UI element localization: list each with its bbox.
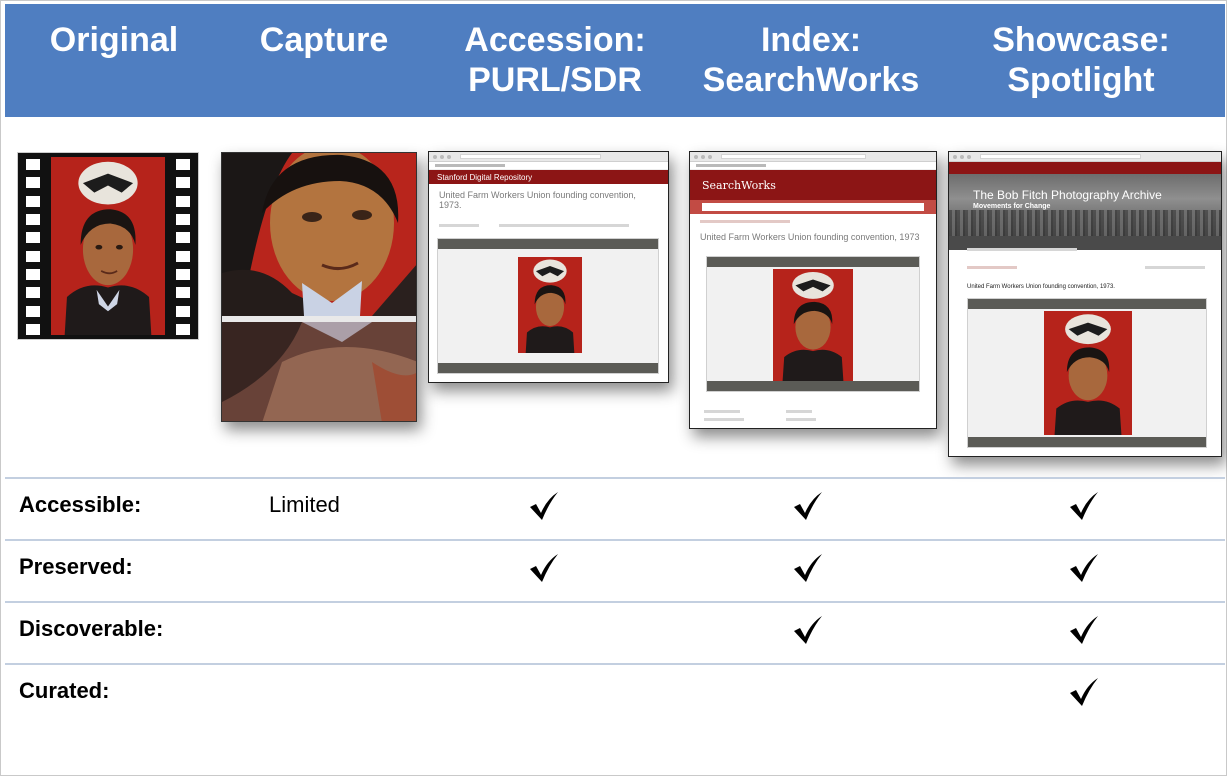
purl-image-viewer <box>437 238 659 374</box>
university-bar <box>429 162 668 170</box>
spotlight-item-title: United Farm Workers Union founding conve… <box>967 284 1115 290</box>
searchworks-item-title: United Farm Workers Union founding conve… <box>700 232 920 242</box>
row-divider <box>5 539 1225 541</box>
header-band: Original Capture Accession: PURL/SDR Ind… <box>5 4 1225 117</box>
checkmark-icon <box>791 491 825 521</box>
row-divider <box>5 477 1225 479</box>
spotlight-image-viewer <box>967 298 1207 448</box>
column-header-line: PURL/SDR <box>468 61 642 99</box>
searchworks-brand: SearchWorks <box>702 179 776 192</box>
checkmark-icon <box>1067 615 1101 645</box>
film-strip-icon <box>172 159 194 335</box>
column-header-showcase: Showcase: Spotlight <box>963 4 1199 117</box>
column-header-line: Showcase: <box>992 21 1170 59</box>
capture-scan-image <box>221 152 417 422</box>
purl-item-title: United Farm Workers Union founding conve… <box>439 190 636 210</box>
browser-chrome <box>690 152 936 162</box>
column-header-capture: Capture <box>231 4 417 117</box>
university-red-bar <box>949 162 1221 174</box>
university-bar <box>690 162 936 170</box>
searchworks-page-screenshot: SearchWorks United Farm Workers Union fo… <box>689 151 937 429</box>
slide: Original Capture Accession: PURL/SDR Ind… <box>0 0 1227 776</box>
column-header-line: Original <box>49 21 179 59</box>
browser-chrome <box>429 152 668 162</box>
checkmark-icon <box>791 553 825 583</box>
checkmark-icon <box>791 615 825 645</box>
checkmark-icon <box>1067 677 1101 707</box>
searchworks-brand-bar: SearchWorks <box>690 170 936 200</box>
row-label-discoverable: Discoverable: <box>19 616 164 641</box>
column-header-line: Index: <box>760 21 862 59</box>
row-label-curated: Curated: <box>19 678 110 703</box>
searchworks-image-viewer <box>706 256 920 392</box>
row-divider <box>5 663 1225 665</box>
column-header-index: Index: SearchWorks <box>691 4 931 117</box>
column-header-line: Capture <box>259 21 389 59</box>
column-header-line: Spotlight <box>1007 61 1155 99</box>
browser-chrome <box>949 152 1221 162</box>
sdr-title-bar: Stanford Digital Repository <box>429 170 668 184</box>
spotlight-hero: The Bob Fitch Photography Archive Moveme… <box>949 174 1221 236</box>
capture-accessible-value: Limited <box>269 492 340 517</box>
sdr-title: Stanford Digital Repository <box>437 172 533 182</box>
checkmark-icon <box>527 491 561 521</box>
original-photo <box>51 157 165 335</box>
column-header-line: Accession: <box>464 21 646 59</box>
spotlight-hero-subtitle: Movements for Change <box>973 203 1051 210</box>
capture-scan-bottom <box>222 322 416 421</box>
film-strip-icon <box>22 159 44 335</box>
checkmark-icon <box>527 553 561 583</box>
capture-scan-top <box>222 153 416 316</box>
column-header-line: SearchWorks <box>702 61 920 99</box>
column-header-original: Original <box>19 4 209 117</box>
spotlight-page-screenshot: The Bob Fitch Photography Archive Moveme… <box>948 151 1222 457</box>
searchworks-search-bar <box>690 200 936 214</box>
original-film-strip-image <box>17 152 199 340</box>
spotlight-hero-title: The Bob Fitch Photography Archive <box>973 188 1162 202</box>
checkmark-icon <box>1067 491 1101 521</box>
row-label-accessible: Accessible: <box>19 492 142 517</box>
checkmark-icon <box>1067 553 1101 583</box>
row-label-preserved: Preserved: <box>19 554 133 579</box>
column-header-accession: Accession: PURL/SDR <box>445 4 665 117</box>
row-divider <box>5 601 1225 603</box>
portrait-illustration <box>51 157 165 335</box>
purl-page-screenshot: Stanford Digital Repository United Farm … <box>428 151 669 383</box>
